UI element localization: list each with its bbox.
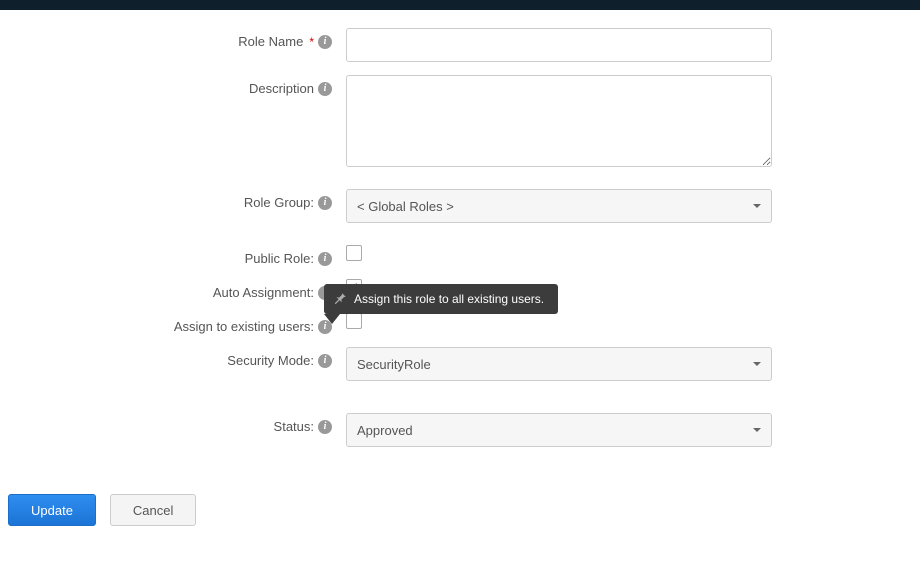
assign-existing-tooltip: Assign this role to all existing users. — [324, 284, 558, 314]
role-group-label-text: Role Group: — [244, 195, 314, 210]
row-role-group: Role Group: i < Global Roles > — [0, 189, 920, 223]
status-label-text: Status: — [274, 419, 314, 434]
label-assign-existing: Assign to existing users: i — [0, 313, 332, 334]
label-description: Description i — [0, 75, 332, 96]
role-form: Role Name * i Description i Role Group: … — [0, 10, 920, 447]
info-icon[interactable]: i — [318, 354, 332, 368]
row-status: Status: i Approved — [0, 413, 920, 447]
label-security-mode: Security Mode: i — [0, 347, 332, 368]
top-bar — [0, 0, 920, 10]
label-status: Status: i — [0, 413, 332, 434]
required-asterisk: * — [309, 35, 314, 49]
role-name-input[interactable] — [346, 28, 772, 62]
status-select[interactable]: Approved — [346, 413, 772, 447]
tooltip-text: Assign this role to all existing users. — [354, 292, 544, 306]
info-icon[interactable]: i — [318, 82, 332, 96]
label-role-group: Role Group: i — [0, 189, 332, 210]
auto-assignment-label-text: Auto Assignment: — [213, 285, 314, 300]
info-icon[interactable]: i — [318, 252, 332, 266]
status-value: Approved — [357, 423, 413, 438]
label-public-role: Public Role: i — [0, 245, 332, 266]
row-role-name: Role Name * i — [0, 28, 920, 62]
button-row: Update Cancel — [8, 494, 196, 526]
chevron-down-icon — [753, 428, 761, 432]
label-auto-assignment: Auto Assignment: i — [0, 279, 332, 300]
chevron-down-icon — [753, 362, 761, 366]
row-public-role: Public Role: i — [0, 245, 920, 266]
cancel-button[interactable]: Cancel — [110, 494, 196, 526]
role-group-select[interactable]: < Global Roles > — [346, 189, 772, 223]
description-label-text: Description — [249, 81, 314, 96]
info-icon[interactable]: i — [318, 196, 332, 210]
public-role-label-text: Public Role: — [245, 251, 314, 266]
row-description: Description i — [0, 75, 920, 167]
assign-existing-label-text: Assign to existing users: — [174, 319, 314, 334]
security-mode-value: SecurityRole — [357, 357, 431, 372]
info-icon[interactable]: i — [318, 420, 332, 434]
security-mode-label-text: Security Mode: — [227, 353, 314, 368]
pin-icon — [333, 291, 347, 305]
assign-existing-checkbox[interactable] — [346, 313, 362, 329]
row-assign-existing: Assign to existing users: i — [0, 313, 920, 334]
info-icon[interactable]: i — [318, 35, 332, 49]
public-role-checkbox[interactable] — [346, 245, 362, 261]
label-role-name: Role Name * i — [0, 28, 332, 49]
security-mode-select[interactable]: SecurityRole — [346, 347, 772, 381]
role-group-value: < Global Roles > — [357, 199, 454, 214]
row-security-mode: Security Mode: i SecurityRole — [0, 347, 920, 381]
role-name-label-text: Role Name — [238, 34, 303, 49]
update-button[interactable]: Update — [8, 494, 96, 526]
description-input[interactable] — [346, 75, 772, 167]
chevron-down-icon — [753, 204, 761, 208]
